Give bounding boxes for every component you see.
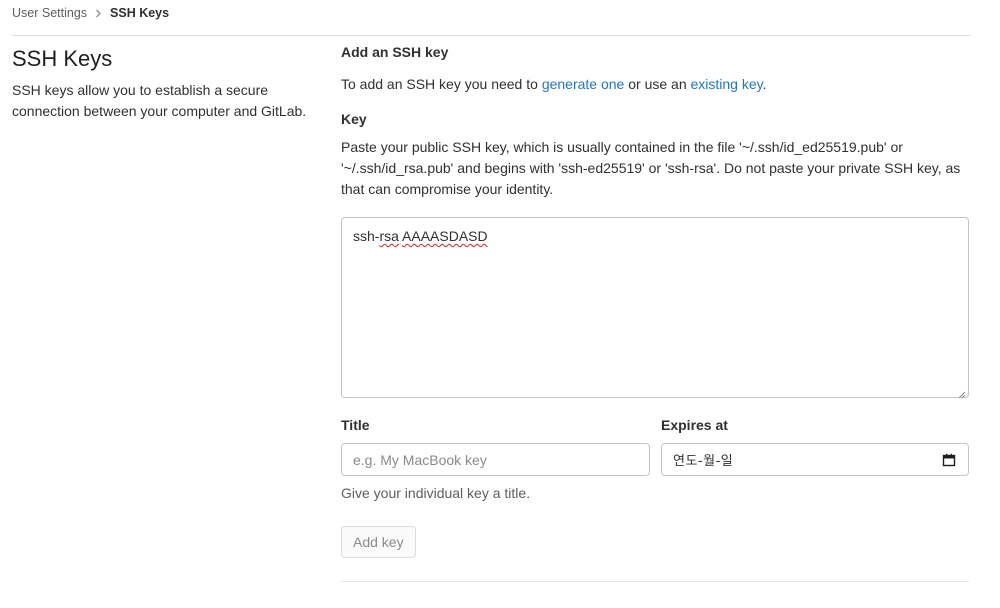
add-key-button[interactable]: Add key <box>341 526 416 558</box>
form-heading: Add an SSH key <box>341 44 449 60</box>
title-placeholder: e.g. My MacBook key <box>353 451 487 468</box>
key-value-rest: AAAASDASD <box>402 228 488 244</box>
settings-sidebar: SSH Keys SSH keys allow you to establish… <box>12 42 322 122</box>
intro-prefix: To add an SSH key you need to <box>341 76 542 92</box>
title-input[interactable]: e.g. My MacBook key <box>341 443 650 476</box>
page-title: SSH Keys <box>12 46 113 71</box>
title-expires-row: Title e.g. My MacBook key Give your indi… <box>341 417 969 501</box>
add-ssh-key-form: Add an SSH key To add an SSH key you nee… <box>341 42 969 558</box>
expires-label: Expires at <box>661 417 728 433</box>
expires-date-input[interactable]: 연도-월-일 <box>661 443 969 476</box>
key-textarea-value: ssh-rsa AAAASDASD <box>353 228 488 244</box>
intro-middle: or use an <box>624 76 691 92</box>
breadcrumb: User Settings SSH Keys <box>12 4 169 22</box>
form-footer-divider <box>341 581 969 582</box>
key-help-text: Paste your public SSH key, which is usua… <box>341 139 961 197</box>
key-value-rsa: rsa <box>379 228 399 244</box>
key-label: Key <box>341 111 367 127</box>
intro-suffix: . <box>762 76 767 92</box>
title-label: Title <box>341 417 370 433</box>
generate-one-link[interactable]: generate one <box>542 76 625 92</box>
chevron-right-icon <box>95 9 102 18</box>
form-intro: To add an SSH key you need to generate o… <box>341 74 969 95</box>
resize-handle-icon[interactable] <box>957 386 966 399</box>
expires-field-group: Expires at 연도-월-일 <box>661 417 969 501</box>
title-field-group: Title e.g. My MacBook key Give your indi… <box>341 417 650 501</box>
title-help-text: Give your individual key a title. <box>341 485 531 501</box>
breadcrumb-user-settings[interactable]: User Settings <box>12 6 87 20</box>
key-textarea[interactable]: ssh-rsa AAAASDASD <box>341 217 969 399</box>
expires-date-value: 연도-월-일 <box>673 454 734 469</box>
header-divider <box>12 35 970 36</box>
calendar-icon[interactable] <box>942 453 956 467</box>
breadcrumb-ssh-keys[interactable]: SSH Keys <box>110 6 169 20</box>
existing-key-link[interactable]: existing key <box>691 76 763 92</box>
key-value-prefix: ssh- <box>353 228 380 244</box>
page-description: SSH keys allow you to establish a secure… <box>12 82 307 119</box>
